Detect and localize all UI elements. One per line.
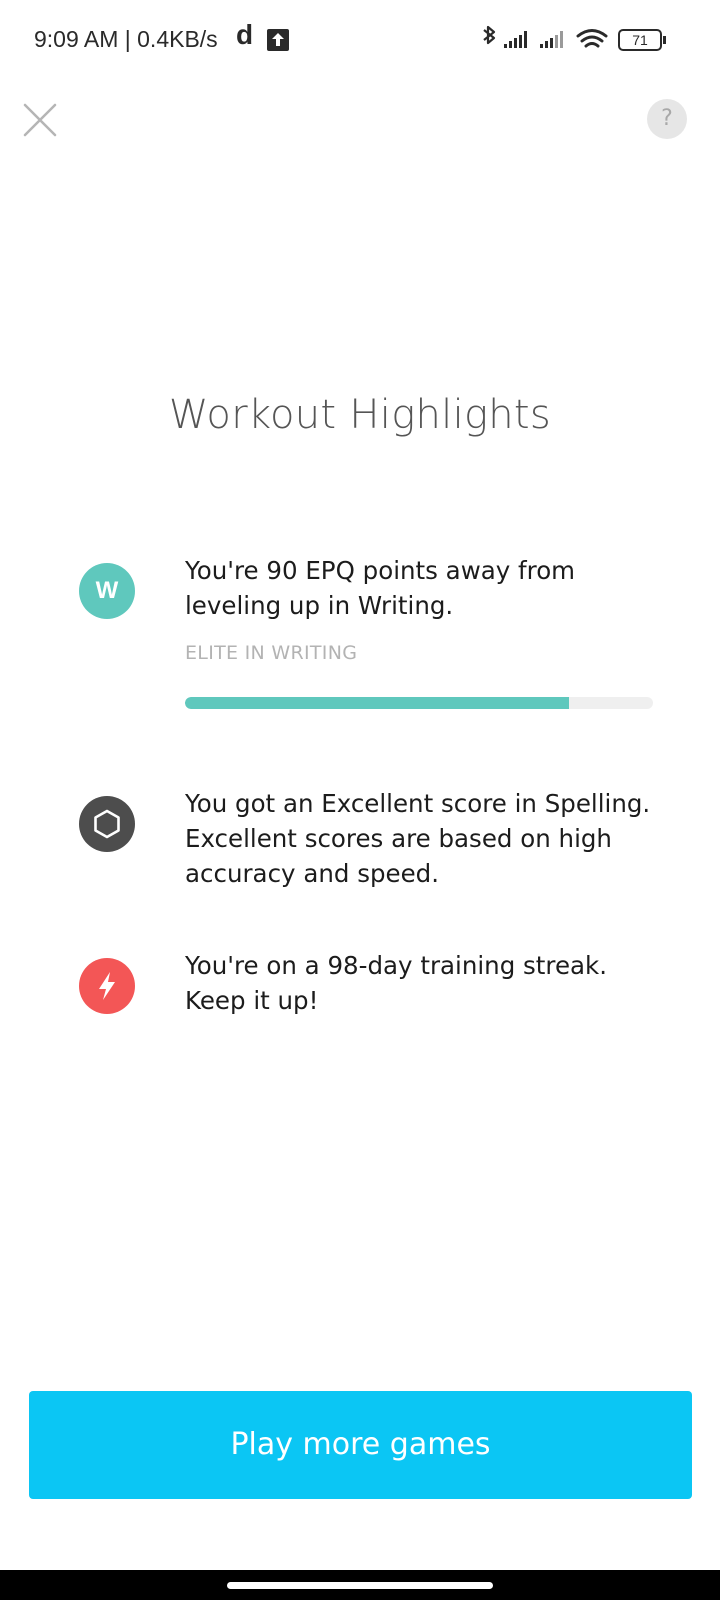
- progress-label: ELITE IN WRITING: [185, 642, 358, 664]
- streak-badge: [79, 958, 135, 1014]
- status-icons: 71: [476, 24, 676, 56]
- system-nav-bar: [0, 1570, 720, 1600]
- status-time: 9:09 AM | 0.4KB/s: [34, 26, 218, 52]
- hexagon-icon: [94, 809, 120, 839]
- bluetooth-icon: [483, 25, 496, 45]
- status-bar: 9:09 AM | 0.4KB/s d 71: [0, 0, 720, 80]
- highlight-writing-text: You're 90 EPQ points away from leveling …: [185, 556, 576, 620]
- highlight-streak-text: You're on a 98-day training streak. Keep…: [185, 951, 608, 1015]
- close-button[interactable]: [20, 100, 60, 140]
- help-button[interactable]: ?: [647, 99, 687, 139]
- progress-bar-fill: [185, 697, 569, 709]
- spelling-badge: [79, 796, 135, 852]
- page-title: Workout Highlights: [168, 392, 552, 438]
- writing-letter-icon: W: [79, 563, 135, 619]
- progress-bar: [185, 697, 653, 709]
- app-notification-icon: d: [236, 19, 254, 50]
- close-icon: [23, 103, 57, 137]
- wifi-icon: [576, 29, 608, 48]
- upload-arrow-icon: [267, 29, 289, 51]
- play-more-games-button[interactable]: Play more games: [29, 1391, 692, 1499]
- lightning-icon: [99, 972, 115, 1000]
- battery-level: 71: [632, 32, 648, 48]
- signal-icon: [504, 31, 527, 48]
- highlight-spelling-text: You got an Excellent score in Spelling. …: [185, 789, 651, 888]
- help-icon: ?: [661, 106, 673, 131]
- signal-icon: [540, 31, 563, 48]
- home-gesture-handle[interactable]: [227, 1582, 493, 1589]
